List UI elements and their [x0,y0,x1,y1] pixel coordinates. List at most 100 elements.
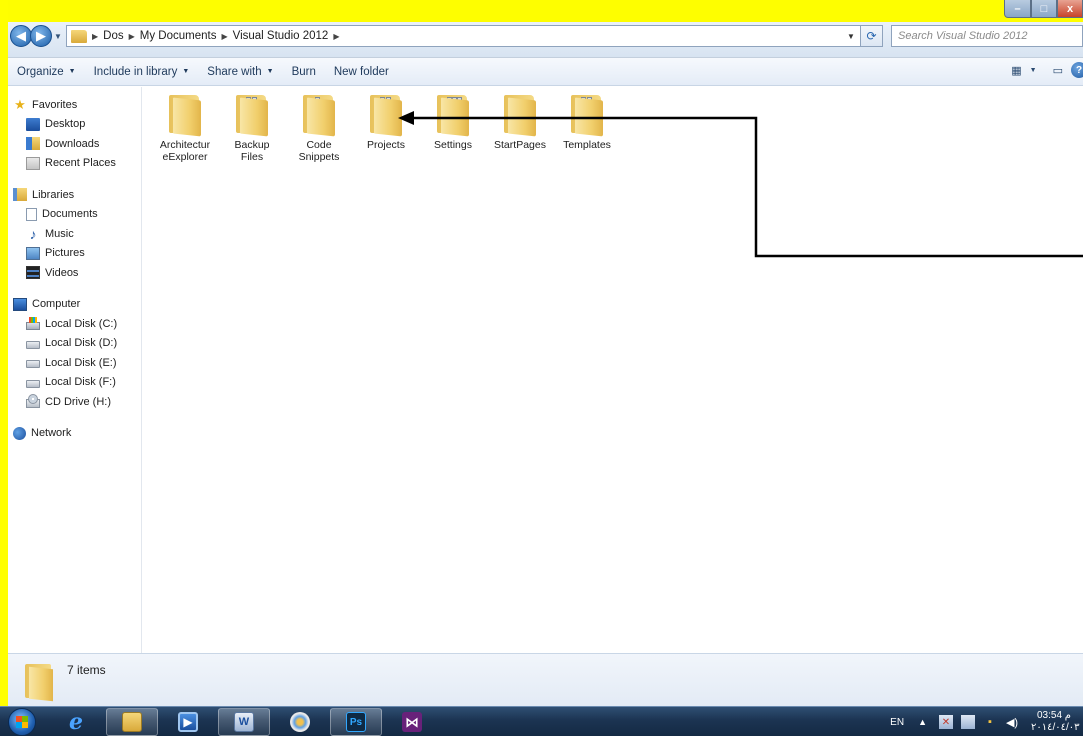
nav-documents[interactable]: Documents [8,205,141,225]
nav-downloads[interactable]: Downloads [8,134,141,154]
nav-videos[interactable]: Videos [8,263,141,283]
folder-startpages[interactable]: StartPages [487,93,553,151]
network-group: Network [8,424,141,444]
network-tray-icon[interactable] [961,715,975,729]
organize-button[interactable]: Organize ▼ [8,66,85,78]
share-with-label: Share with [207,65,262,78]
breadcrumb[interactable]: ▶ Dos ▶ My Documents ▶ Visual Studio 201… [66,25,883,47]
breadcrumb-separator-icon[interactable]: ▶ [92,32,98,41]
language-indicator[interactable]: EN [890,717,904,728]
taskbar-windows-explorer[interactable] [106,708,158,736]
internet-explorer-icon: e [69,709,83,735]
clock[interactable]: 03:54 م ٢٠١٤/٠٤/٠٣ [1031,710,1080,734]
folder-label: StartPages [494,139,546,151]
volume-icon[interactable]: ◀) [1005,715,1019,729]
change-view-icon[interactable]: ▦ [1011,64,1021,77]
file-list[interactable]: Architectur eExplorer Backup Files Code … [143,87,1083,653]
close-button[interactable]: x [1057,0,1083,18]
nav-favorites[interactable]: ★ Favorites [8,95,141,115]
folder-icon [299,93,339,137]
burn-button[interactable]: Burn [283,66,325,78]
nav-desktop[interactable]: Desktop [8,115,141,135]
back-arrow-icon: ◀ [16,28,26,43]
address-dropdown-icon[interactable]: ▼ [844,28,858,44]
maximize-button[interactable]: □ [1031,0,1057,18]
folder-settings[interactable]: Settings [420,93,486,151]
nav-music[interactable]: ♪ Music [8,224,141,244]
title-bar[interactable]: – □ x [8,0,1083,22]
search-input[interactable] [898,30,1068,42]
word-icon: W [234,712,254,732]
nav-local-disk-d[interactable]: Local Disk (D:) [8,334,141,354]
nav-cd-drive-h[interactable]: CD Drive (H:) [8,392,141,412]
folder-architecture-explorer[interactable]: Architectur eExplorer [152,93,218,163]
nav-local-disk-e[interactable]: Local Disk (E:) [8,353,141,373]
preview-pane-icon[interactable]: ▭ [1053,64,1063,77]
action-center-icon[interactable]: ✕ [939,715,953,729]
nav-network[interactable]: Network [8,424,141,444]
recent-pages-dropdown[interactable]: ▼ [54,32,64,41]
nav-libraries[interactable]: Libraries [8,185,141,205]
nav-label: Recent Places [45,157,116,170]
folder-templates[interactable]: Templates [554,93,620,151]
taskbar: e ▶ W Ps ⋈ EN ▲ ✕ ▪ ◀) 03:54 م ٢٠١٤/٠٤/٠… [0,706,1083,736]
nav-label: Local Disk (E:) [45,356,117,369]
breadcrumb-item-visual-studio[interactable]: Visual Studio 2012 [233,30,329,42]
breadcrumb-separator-icon[interactable]: ▶ [221,32,227,41]
taskbar-paint[interactable] [274,708,326,736]
nav-label: Favorites [32,98,78,111]
windows-explorer-icon [122,712,142,732]
taskbar-internet-explorer[interactable]: e [50,708,102,736]
nav-local-disk-c[interactable]: Local Disk (C:) [8,314,141,334]
minimize-button[interactable]: – [1004,0,1031,18]
nav-recent-places[interactable]: Recent Places [8,154,141,174]
nav-label: Desktop [45,118,86,131]
item-count: 7 items [67,663,106,677]
breadcrumb-separator-icon[interactable]: ▶ [129,32,135,41]
folder-label: Backup Files [234,139,270,163]
taskbar-visual-studio[interactable]: ⋈ [386,708,438,736]
help-icon[interactable]: ? [1071,62,1083,78]
folder-icon [165,93,205,137]
nav-label: Computer [32,298,81,311]
power-icon[interactable]: ▪ [983,715,997,729]
search-box[interactable] [891,25,1083,47]
show-hidden-icons-icon[interactable]: ▲ [918,717,927,727]
nav-local-disk-f[interactable]: Local Disk (F:) [8,373,141,393]
music-note-icon: ♪ [29,225,37,242]
media-player-icon: ▶ [178,712,198,732]
navigation-buttons: ◀ ▶ ▼ [10,25,64,47]
new-folder-button[interactable]: New folder [325,66,398,78]
hard-drive-icon [26,340,40,349]
start-button[interactable] [8,708,36,736]
folder-code-snippets[interactable]: Code Snippets [286,93,352,163]
nav-computer[interactable]: Computer [8,295,141,315]
taskbar-word[interactable]: W [218,708,270,736]
refresh-button[interactable]: ⟳ [860,26,882,46]
forward-button[interactable]: ▶ [30,25,52,47]
system-drive-icon [26,316,40,330]
nav-pictures[interactable]: Pictures [8,244,141,264]
breadcrumb-item-my-documents[interactable]: My Documents [140,30,217,42]
forward-arrow-icon: ▶ [36,28,46,43]
window-controls: – □ x [1004,0,1083,20]
nav-label: Videos [45,266,79,279]
chevron-down-icon: ▼ [182,68,190,75]
taskbar-photoshop[interactable]: Ps [330,708,382,736]
folder-backup-files[interactable]: Backup Files [219,93,285,163]
folder-projects[interactable]: Projects [353,93,419,151]
taskbar-media-player[interactable]: ▶ [162,708,214,736]
chevron-down-icon[interactable]: ▼ [1030,67,1037,74]
desktop-icon [26,117,40,131]
view-tools: ▦ ▼ ▭ ? [1011,62,1083,78]
back-button[interactable]: ◀ [10,25,32,47]
breadcrumb-item-dos[interactable]: Dos [103,30,123,42]
breadcrumb-separator-icon[interactable]: ▶ [333,32,339,41]
include-in-library-button[interactable]: Include in library ▼ [85,66,199,78]
navigation-pane: ★ Favorites Desktop Downloads Recent Plac… [8,87,142,653]
share-with-button[interactable]: Share with ▼ [198,66,282,78]
folder-icon [567,93,607,137]
chevron-down-icon: ▼ [68,68,76,75]
command-bar: Organize ▼ Include in library ▼ Share with… [8,58,1083,86]
explorer-window: ◀ ▶ ▼ ▶ Dos ▶ My Documents ▶ Visual Stud… [8,22,1083,706]
